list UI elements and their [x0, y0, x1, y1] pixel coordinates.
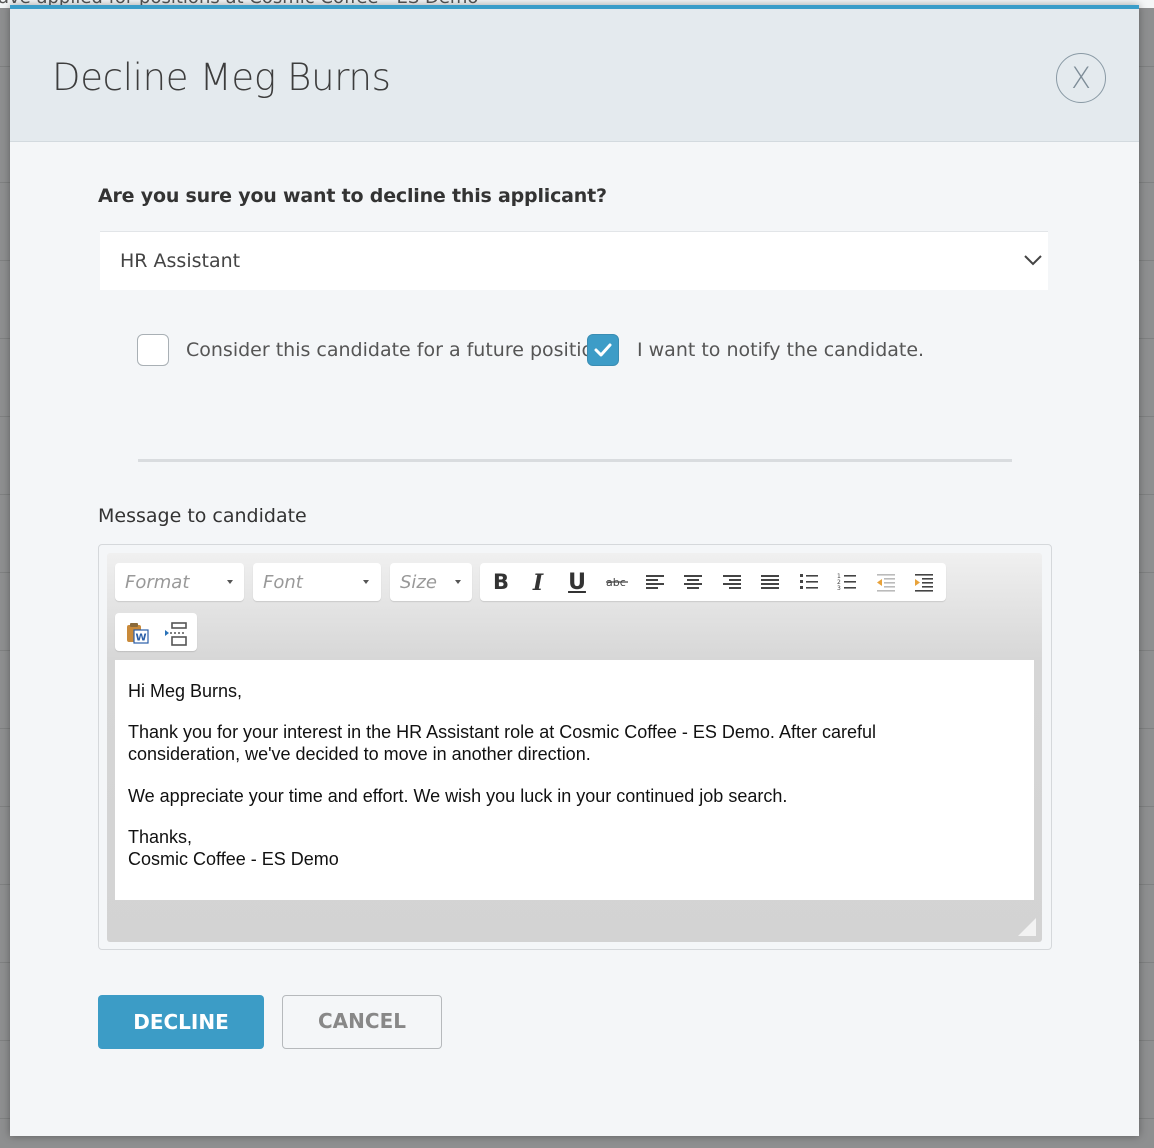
italic-button[interactable]: I: [519, 563, 557, 601]
align-right-icon[interactable]: [713, 563, 751, 601]
message-body[interactable]: Hi Meg Burns, Thank you for your interes…: [115, 660, 1034, 900]
close-button[interactable]: X: [1056, 53, 1106, 103]
page-break-icon[interactable]: [155, 613, 193, 651]
bold-button[interactable]: B: [482, 563, 520, 601]
strikethrough-icon[interactable]: abc: [597, 563, 635, 601]
cancel-button[interactable]: CANCEL: [282, 995, 442, 1049]
caret-down-icon: [227, 580, 233, 584]
caret-down-icon: [363, 580, 369, 584]
caret-down-icon: [455, 580, 461, 584]
modal-title: Decline Meg Burns: [52, 56, 391, 99]
bulleted-list-icon[interactable]: [790, 563, 828, 601]
notify-candidate-checkbox[interactable]: [587, 334, 619, 366]
formatting-toolbar: B I U abc 1 2 3: [480, 563, 946, 601]
align-left-icon[interactable]: [636, 563, 674, 601]
message-signature: Cosmic Coffee - ES Demo: [128, 849, 339, 869]
position-select-value: HR Assistant: [120, 250, 241, 272]
align-justify-icon[interactable]: [751, 563, 789, 601]
position-select[interactable]: HR Assistant: [100, 231, 1048, 290]
decline-button[interactable]: DECLINE: [98, 995, 264, 1049]
numbered-list-icon[interactable]: 1 2 3: [828, 563, 866, 601]
svg-text:3: 3: [837, 585, 841, 592]
decrease-indent-icon[interactable]: [867, 563, 905, 601]
message-label: Message to candidate: [98, 505, 307, 527]
size-dropdown[interactable]: Size: [390, 563, 472, 601]
message-paragraph-1-line-1: Thank you for your interest in the HR As…: [128, 722, 876, 742]
future-position-label: Consider this candidate for a future pos…: [186, 339, 606, 361]
resize-handle-icon[interactable]: [1018, 918, 1036, 936]
message-editor-wrapper: Format Font Size B I U abc 1 2 3 W Hi Me…: [98, 544, 1052, 950]
chevron-down-icon: [1024, 255, 1042, 266]
format-dropdown[interactable]: Format: [115, 563, 244, 601]
underline-button[interactable]: U: [558, 563, 596, 601]
decline-question: Are you sure you want to decline this ap…: [98, 185, 607, 207]
paste-from-word-icon[interactable]: W: [117, 613, 155, 651]
message-paragraph-2: We appreciate your time and effort. We w…: [128, 786, 788, 806]
section-divider: [138, 459, 1012, 462]
notify-candidate-label: I want to notify the candidate.: [637, 339, 925, 361]
message-greeting: Hi Meg Burns,: [128, 681, 243, 701]
rich-text-editor: Format Font Size B I U abc 1 2 3 W Hi Me…: [107, 553, 1042, 942]
decline-modal: Decline Meg Burns X Are you sure you wan…: [10, 5, 1139, 1136]
future-position-checkbox[interactable]: [137, 334, 169, 366]
message-paragraph-1-line-2: consideration, we've decided to move in …: [128, 744, 591, 764]
modal-header: Decline Meg Burns X: [10, 9, 1139, 142]
increase-indent-icon[interactable]: [905, 563, 943, 601]
align-center-icon[interactable]: [674, 563, 712, 601]
checkmark-icon: [594, 343, 612, 357]
svg-text:W: W: [136, 633, 147, 644]
message-closing: Thanks,: [128, 827, 193, 847]
paste-toolbar: W: [115, 613, 197, 651]
font-dropdown[interactable]: Font: [253, 563, 381, 601]
